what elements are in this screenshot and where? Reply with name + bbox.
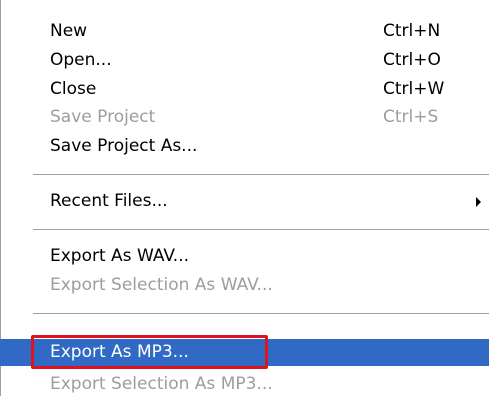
menu-separator [33, 174, 489, 176]
menu-item-label: New [50, 21, 88, 41]
menu-item-label: Export As WAV... [50, 246, 190, 266]
menu-item-shortcut: Ctrl+O [383, 50, 441, 70]
menu-item-open[interactable]: Open... Ctrl+O [0, 47, 489, 74]
menu-item-shortcut: Ctrl+N [383, 21, 441, 41]
menu-item-export-selection-wav: Export Selection As WAV... [0, 272, 489, 299]
menu-item-save-project-as[interactable]: Save Project As... [0, 133, 489, 160]
menu-item-shortcut: Ctrl+W [383, 79, 445, 99]
screenshot-crop-edge [0, 396, 489, 404]
menu-item-shortcut: Ctrl+S [383, 107, 439, 127]
menu-item-close[interactable]: Close Ctrl+W [0, 76, 489, 103]
menu-item-label: Save Project [50, 107, 156, 127]
menu-item-export-wav[interactable]: Export As WAV... [0, 243, 489, 270]
menu-separator [33, 313, 489, 315]
menu-item-recent-files[interactable]: Recent Files... [0, 188, 489, 215]
file-menu: New Ctrl+N Open... Ctrl+O Close Ctrl+W S… [0, 0, 489, 404]
menu-separator [33, 229, 489, 231]
menu-item-label: Close [50, 79, 97, 99]
menu-item-new[interactable]: New Ctrl+N [0, 18, 489, 45]
submenu-arrow-icon [476, 197, 481, 207]
menu-item-save-project: Save Project Ctrl+S [0, 104, 489, 131]
menu-item-label: Open... [50, 50, 112, 70]
menu-item-label: Export Selection As MP3... [50, 374, 273, 394]
menu-item-label: Export Selection As WAV... [50, 275, 273, 295]
menu-item-label: Save Project As... [50, 136, 198, 156]
highlight-callout-box [31, 335, 268, 369]
menu-item-label: Recent Files... [50, 191, 168, 211]
menu-item-export-selection-mp3: Export Selection As MP3... [0, 371, 489, 398]
